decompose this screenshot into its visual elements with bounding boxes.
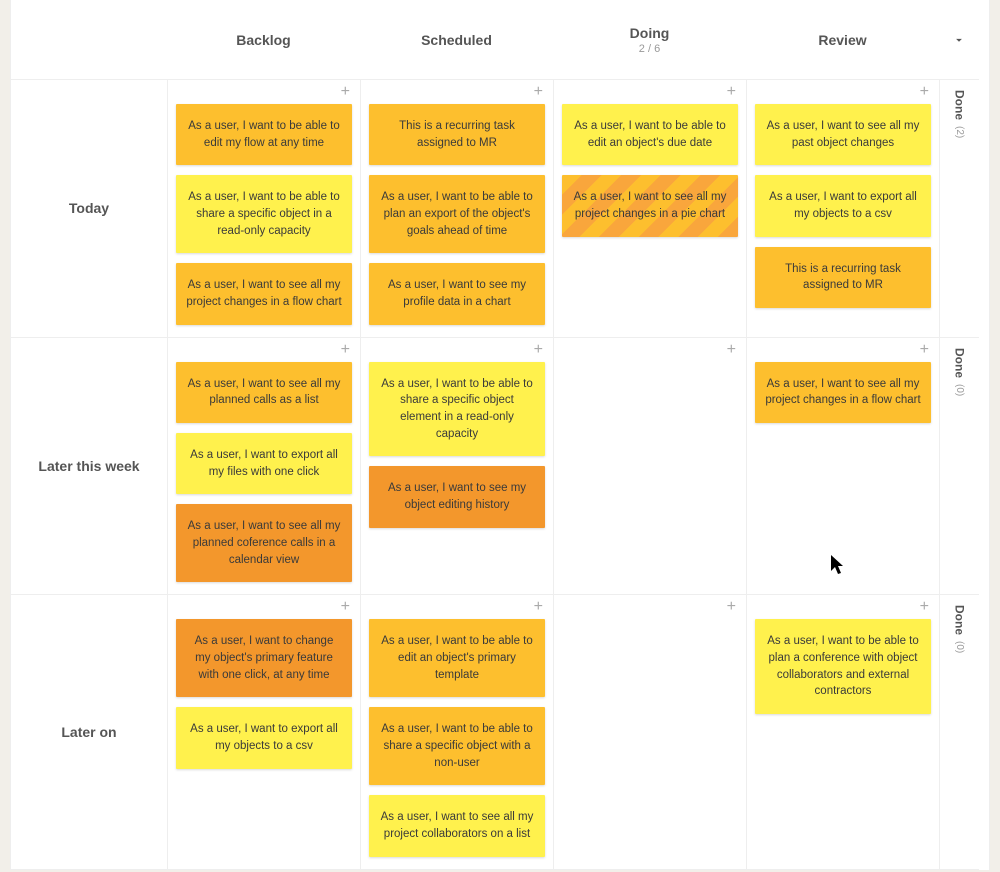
add-card-button[interactable]: + [920, 342, 929, 358]
column-header-scheduled[interactable]: Scheduled [360, 0, 553, 80]
done-label: Done [953, 90, 967, 120]
done-label: Done [953, 605, 967, 635]
column-wip-count: 2 / 6 [639, 43, 660, 55]
chevron-down-icon [952, 33, 966, 47]
kanban-card[interactable]: As a user, I want to see all my past obj… [755, 104, 931, 165]
kanban-card[interactable]: As a user, I want to be able to plan an … [369, 175, 545, 253]
column-header-backlog[interactable]: Backlog [167, 0, 360, 80]
kanban-card[interactable]: As a user, I want to see all my project … [562, 175, 738, 236]
add-card-button[interactable]: + [727, 342, 736, 358]
kanban-card[interactable]: As a user, I want to see all my project … [369, 795, 545, 856]
cell-today-review[interactable]: + As a user, I want to see all my past o… [746, 80, 939, 338]
kanban-card[interactable]: As a user, I want to see my object editi… [369, 466, 545, 527]
kanban-card[interactable]: As a user, I want to export all my files… [176, 433, 352, 494]
done-rail-today[interactable]: Done (2) [939, 80, 979, 338]
add-card-button[interactable]: + [727, 599, 736, 615]
add-card-button[interactable]: + [534, 84, 543, 100]
add-card-button[interactable]: + [920, 84, 929, 100]
kanban-card[interactable]: This is a recurring task assigned to MR [755, 247, 931, 308]
add-card-button[interactable]: + [534, 599, 543, 615]
kanban-card[interactable]: As a user, I want to be able to share a … [369, 707, 545, 785]
done-rail-later-this-week[interactable]: Done (0) [939, 338, 979, 596]
done-count: (0) [954, 641, 965, 653]
cell-later-this-week-backlog[interactable]: + As a user, I want to see all my planne… [167, 338, 360, 596]
kanban-card[interactable]: As a user, I want to be able to share a … [176, 175, 352, 253]
done-count: (2) [954, 126, 965, 138]
kanban-board: Backlog Scheduled Doing 2 / 6 Review Tod… [10, 0, 990, 870]
kanban-card[interactable]: As a user, I want to see all my project … [755, 362, 931, 423]
cell-later-this-week-doing[interactable]: + [553, 338, 746, 596]
cell-later-on-doing[interactable]: + [553, 595, 746, 869]
column-label: Backlog [236, 32, 290, 48]
swimlane-label-later-on[interactable]: Later on [11, 595, 167, 869]
cell-today-backlog[interactable]: + As a user, I want to be able to edit m… [167, 80, 360, 338]
column-header-doing[interactable]: Doing 2 / 6 [553, 0, 746, 80]
cell-later-on-scheduled[interactable]: + As a user, I want to be able to edit a… [360, 595, 553, 869]
kanban-card[interactable]: As a user, I want to be able to share a … [369, 362, 545, 457]
kanban-card[interactable]: As a user, I want to be able to plan a c… [755, 619, 931, 714]
add-card-button[interactable]: + [341, 599, 350, 615]
add-card-button[interactable]: + [341, 342, 350, 358]
header-corner [11, 0, 167, 80]
column-label: Review [818, 32, 866, 48]
column-label: Scheduled [421, 32, 492, 48]
cell-later-this-week-scheduled[interactable]: + As a user, I want to be able to share … [360, 338, 553, 596]
add-card-button[interactable]: + [341, 84, 350, 100]
column-header-review[interactable]: Review [746, 0, 939, 80]
kanban-card[interactable]: As a user, I want to change my object's … [176, 619, 352, 697]
add-card-button[interactable]: + [727, 84, 736, 100]
kanban-card[interactable]: As a user, I want to export all my objec… [755, 175, 931, 236]
swimlane-label-today[interactable]: Today [11, 80, 167, 338]
column-label: Doing [630, 25, 670, 41]
kanban-card[interactable]: As a user, I want to see all my project … [176, 263, 352, 324]
kanban-card[interactable]: As a user, I want to see my profile data… [369, 263, 545, 324]
kanban-card[interactable]: As a user, I want to see all my planned … [176, 504, 352, 582]
kanban-card[interactable]: As a user, I want to export all my objec… [176, 707, 352, 768]
done-count: (0) [954, 384, 965, 396]
kanban-card[interactable]: As a user, I want to see all my planned … [176, 362, 352, 423]
kanban-card[interactable]: As a user, I want to be able to edit an … [369, 619, 545, 697]
collapse-toggle[interactable] [939, 0, 979, 80]
cell-later-on-backlog[interactable]: + As a user, I want to change my object'… [167, 595, 360, 869]
cell-later-this-week-review[interactable]: + As a user, I want to see all my projec… [746, 338, 939, 596]
kanban-card[interactable]: As a user, I want to be able to edit my … [176, 104, 352, 165]
cell-today-scheduled[interactable]: + This is a recurring task assigned to M… [360, 80, 553, 338]
kanban-card[interactable]: This is a recurring task assigned to MR [369, 104, 545, 165]
done-rail-later-on[interactable]: Done (0) [939, 595, 979, 869]
done-label: Done [953, 348, 967, 378]
kanban-card[interactable]: As a user, I want to be able to edit an … [562, 104, 738, 165]
swimlane-label-later-this-week[interactable]: Later this week [11, 338, 167, 596]
add-card-button[interactable]: + [534, 342, 543, 358]
cell-today-doing[interactable]: + As a user, I want to be able to edit a… [553, 80, 746, 338]
cell-later-on-review[interactable]: + As a user, I want to be able to plan a… [746, 595, 939, 869]
add-card-button[interactable]: + [920, 599, 929, 615]
